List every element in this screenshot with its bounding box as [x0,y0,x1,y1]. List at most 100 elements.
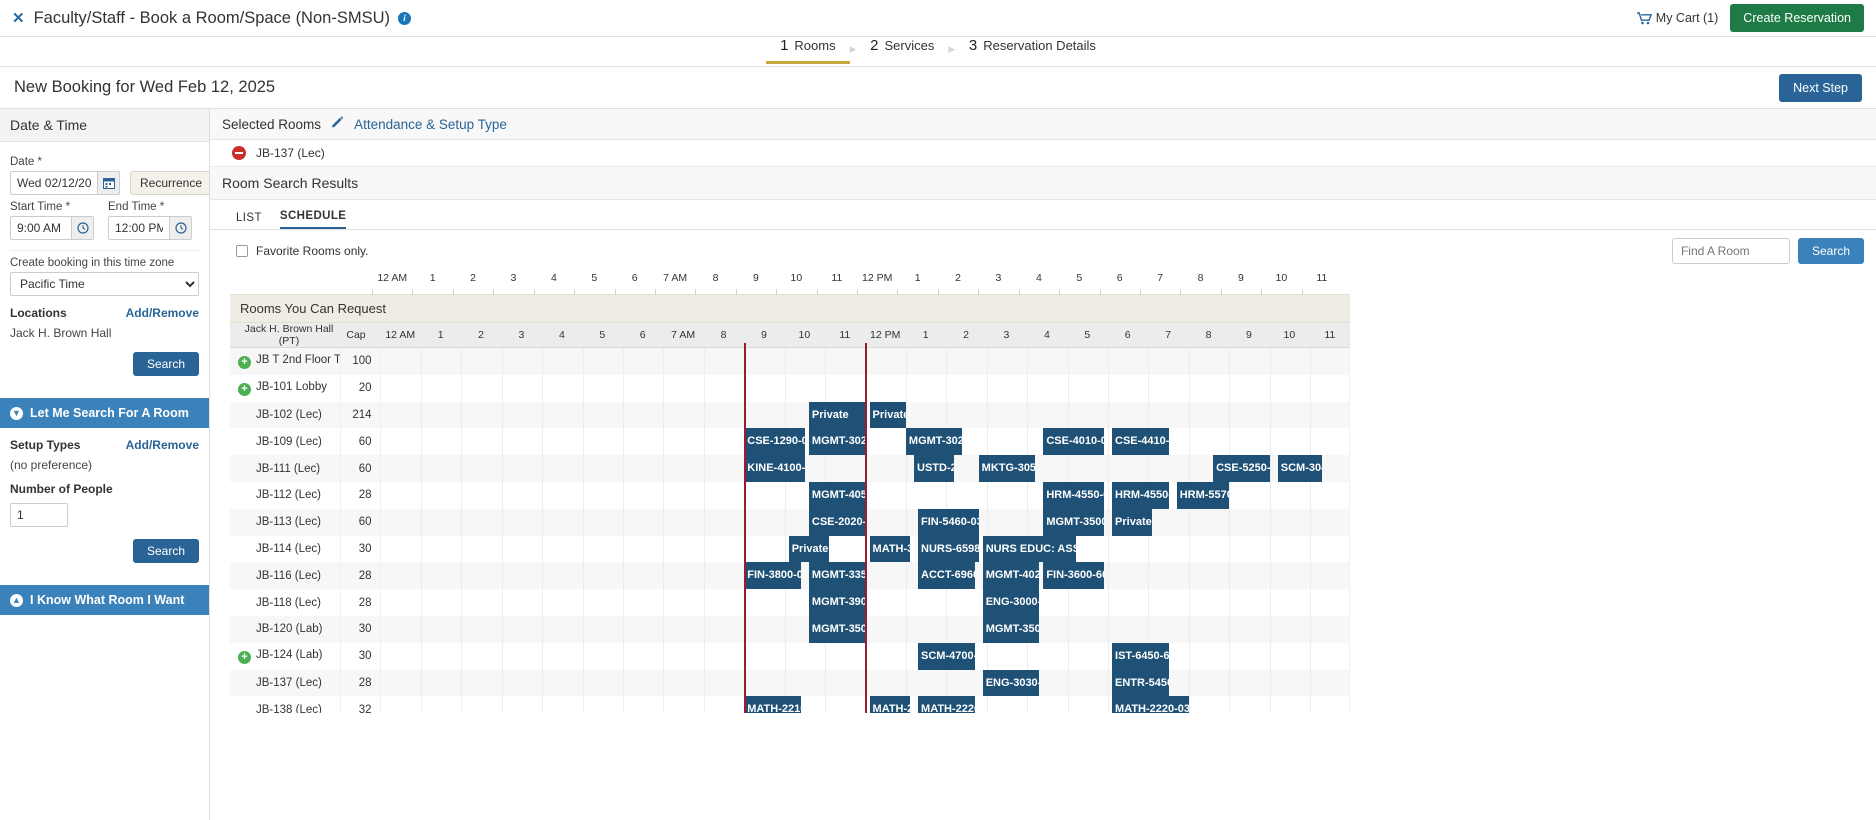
find-room-input[interactable] [1671,238,1790,264]
booking-block[interactable]: IST-6450-60 [1112,642,1169,670]
clock-icon[interactable] [72,216,94,240]
room-timeline-cell[interactable]: KINE-4100-0 USTD-2 MKTG-3050 CSE-5250-02 SCM… [380,455,1350,482]
date-input[interactable] [10,171,98,195]
remove-icon[interactable] [232,146,246,160]
room-timeline-cell[interactable]: FIN-3800-01MGMT-3350 ACCT-6960-0MGMT-4020… [380,562,1350,590]
booking-block[interactable]: FIN-3800-01 [744,562,801,590]
room-timeline-cell[interactable]: CSE-2020-01 FIN-5460-03 MGMT-3500 Private [380,508,1350,536]
booking-block[interactable]: CSE-5250-02 [1213,455,1270,482]
booking-block[interactable]: CSE-2020-01 [808,508,866,536]
table-row[interactable]: JB-138 (Lec) 32 MATH-2210 MATH-2 MATH-2220 MA… [230,696,1350,713]
i-know-room-accordion[interactable]: ▲ I Know What Room I Want [0,585,209,615]
table-row[interactable]: JB-113 (Lec) 60 CSE-2020-01 FIN-5460-03 MGMT… [230,508,1350,536]
booking-block[interactable]: HRM-5570-6 [1176,481,1230,509]
booking-block[interactable]: FIN-3600-60 [1043,562,1104,590]
locations-add-remove-link[interactable]: Add/Remove [126,306,199,320]
booking-block[interactable]: HRM-4550-6 [1112,481,1169,509]
timezone-select[interactable]: Pacific Time [10,272,199,296]
step-reservation-details[interactable]: 3 Reservation Details [955,37,1110,61]
search-button-room[interactable]: Search [132,539,199,563]
booking-block[interactable]: NURS EDUC: ASSES [982,535,1076,563]
start-time-input[interactable] [10,216,72,240]
table-row[interactable]: JB-114 (Lec) 30 Private MATH-3 NURS-6598-60N… [230,535,1350,563]
table-row[interactable]: JB-120 (Lab) 30 MGMT-3500 MGMT-3500 [230,615,1350,643]
attendance-setup-type-link[interactable]: Attendance & Setup Type [354,117,507,132]
booking-block[interactable]: MATH-2210 [744,696,801,713]
room-timeline-cell[interactable]: MGMT-4050HRM-4550-6HRM-4550-6HRM-5570-6 [380,481,1350,509]
table-row[interactable]: + JB-101 Lobby 20 [230,374,1350,402]
step-rooms[interactable]: 1 Rooms [766,37,850,64]
table-row[interactable]: JB-118 (Lec) 28 MGMT-3900 ENG-3000-0 [230,589,1350,616]
step-services[interactable]: 2 Services [856,37,948,61]
booking-block[interactable]: Private [1112,508,1153,536]
table-row[interactable]: JB-102 (Lec) 214 Private Private [230,401,1350,429]
booking-block[interactable]: SCM-3040-0 [1277,455,1323,482]
booking-block[interactable]: CSE-1290-01 [744,428,805,456]
add-room-icon[interactable]: + [238,355,251,369]
room-timeline-cell[interactable] [380,347,1350,375]
tab-schedule[interactable]: SCHEDULE [279,210,347,229]
calendar-icon[interactable] [98,171,120,195]
table-row[interactable]: JB-112 (Lec) 28 MGMT-4050 HRM-4550-6 HRM-455… [230,481,1350,509]
table-row[interactable]: JB-137 (Lec) 28 ENG-3030-0 ENTR-5450- [230,669,1350,697]
room-timeline-cell[interactable]: ENG-3030-0 ENTR-5450- [380,669,1350,697]
room-timeline-cell[interactable]: Private MATH-3 NURS-6598-60NURS EDUC: ASSE… [380,535,1350,563]
room-timeline-cell[interactable] [380,374,1350,402]
booking-block[interactable]: MGMT-3900 [808,589,866,616]
next-step-button[interactable]: Next Step [1779,73,1862,102]
booking-block[interactable]: FIN-5460-03 [918,508,979,536]
end-time-input[interactable] [108,216,170,240]
booking-block[interactable]: MATH-2 [869,696,910,713]
setup-types-add-remove-link[interactable]: Add/Remove [126,438,199,452]
booking-block[interactable]: MGMT-3500 [808,615,866,643]
table-row[interactable]: JB-116 (Lec) 28 FIN-3800-01MGMT-3350 ACCT-6… [230,562,1350,590]
tab-list[interactable]: LIST [236,212,262,229]
close-icon[interactable]: ✕ [12,11,25,26]
add-room-icon[interactable]: + [238,382,251,396]
booking-block[interactable]: ENG-3000-0 [982,589,1040,616]
schedule-scroll[interactable]: Jack H. Brown Hall (PT) Cap 12 AM 1 2 3 4 5 6 7… [222,323,1876,713]
room-timeline-cell[interactable]: SCM-4700-6 IST-6450-60 [380,642,1350,670]
booking-block[interactable]: ENG-3030-0 [982,669,1040,697]
booking-block[interactable]: MATH-3 [869,535,910,563]
booking-block[interactable]: ACCT-6960-0 [918,562,975,590]
booking-block[interactable]: MATH-2220 [918,696,975,713]
info-icon[interactable]: i [398,11,411,25]
booking-block[interactable]: Private [808,401,866,429]
booking-block[interactable]: HRM-4550-6 [1043,481,1104,509]
booking-block[interactable]: Private [869,401,906,429]
add-room-icon[interactable]: + [238,650,251,664]
booking-block[interactable]: ENTR-5450- [1112,669,1169,697]
booking-block[interactable]: Private [788,535,830,563]
number-of-people-input[interactable] [10,503,68,527]
booking-block[interactable]: MGMT-3020 [808,428,866,456]
search-button-locations[interactable]: Search [132,352,199,376]
table-row[interactable]: + JB-124 (Lab) 30 SCM-4700-6 IST-6450-60 [230,642,1350,670]
booking-block[interactable]: SCM-4700-6 [918,642,975,670]
booking-block[interactable]: NURS-6598-60 [918,535,979,563]
room-timeline-cell[interactable]: MGMT-3500 MGMT-3500 [380,615,1350,643]
booking-block[interactable]: MGMT-4050 [808,481,866,509]
favorite-rooms-checkbox[interactable] [236,245,248,257]
table-row[interactable]: JB-111 (Lec) 60 KINE-4100-0 USTD-2 MKTG-3050… [230,455,1350,482]
booking-block[interactable]: USTD-2 [914,455,955,482]
booking-block[interactable]: MATH-2220-03 CA [1112,696,1189,713]
let-me-search-accordion[interactable]: ▼ Let Me Search For A Room [0,398,209,428]
table-row[interactable]: JB-109 (Lec)60CSE-1290-01MGMT-3020MGMT-3… [230,428,1350,456]
booking-block[interactable]: MGMT-3500 [982,615,1040,643]
table-row[interactable]: + JB T 2nd Floor Terrac100 [230,347,1350,375]
find-room-search-button[interactable]: Search [1797,238,1864,264]
booking-block[interactable]: KINE-4100-0 [744,455,805,482]
booking-block[interactable]: CSE-4410-01 [1112,428,1169,456]
room-timeline-cell[interactable]: MATH-2210 MATH-2 MATH-2220 MATH-2220-03 CA [380,696,1350,713]
booking-block[interactable]: CSE-4010-01 [1043,428,1104,456]
pencil-icon[interactable] [331,116,344,132]
booking-block[interactable]: MGMT-3350 [808,562,866,590]
room-timeline-cell[interactable]: Private Private [380,401,1350,429]
booking-block[interactable]: MKTG-3050 [978,455,1036,482]
recurrence-button[interactable]: Recurrence [130,171,209,195]
room-timeline-cell[interactable]: CSE-1290-01MGMT-3020MGMT-3020CSE-4010-01… [380,428,1350,456]
booking-block[interactable]: MGMT-4020 [982,562,1040,590]
clock-icon[interactable] [170,216,192,240]
booking-block[interactable]: MGMT-3500 [1043,508,1104,536]
